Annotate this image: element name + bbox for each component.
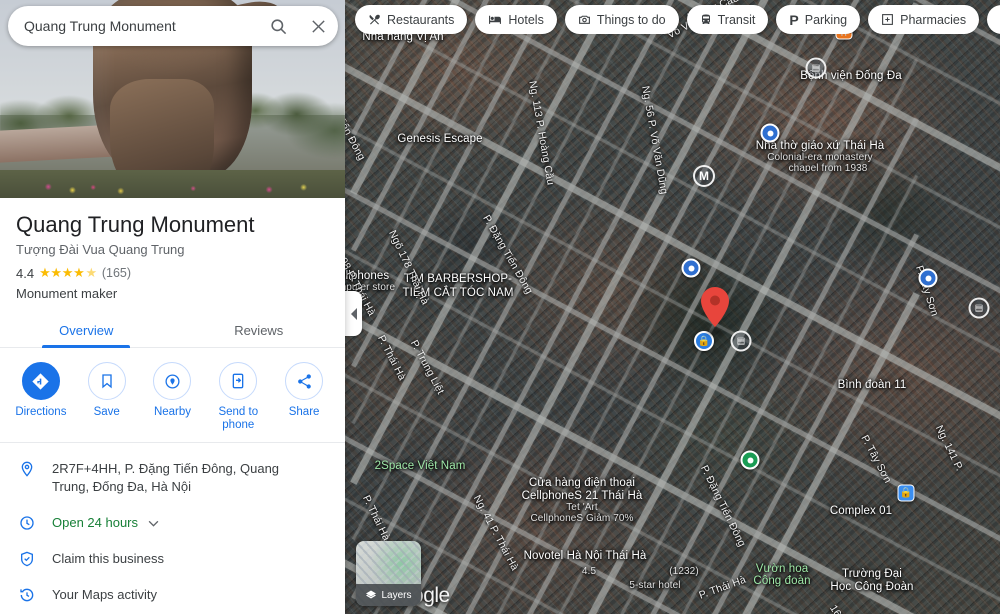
chevron-down-icon[interactable]: [148, 520, 159, 527]
maps-activity-row[interactable]: Your Maps activity: [0, 577, 345, 613]
category-filter-bar[interactable]: Restaurants Hotels Things to do Transit …: [345, 0, 1000, 34]
place-category: Monument maker: [16, 286, 118, 301]
chip-label: Transit: [717, 12, 756, 27]
map-canvas[interactable]: Nhà hàng Vị An Genesis Escape Bệnh viện Đố…: [345, 0, 1000, 614]
place-marker[interactable]: [701, 287, 729, 335]
layers-label: Layers: [381, 589, 412, 601]
chip-label: Things to do: [596, 12, 666, 27]
save-icon-circle: [87, 362, 126, 400]
collapse-panel-button[interactable]: [345, 291, 362, 336]
search-icon: [270, 18, 286, 34]
camera-icon: [578, 15, 590, 24]
page-title: Quang Trung Monument: [16, 212, 255, 237]
share-label: Share: [288, 406, 320, 418]
chip-hotels[interactable]: Hotels: [475, 5, 557, 34]
hotel-icon: [489, 15, 502, 24]
nearby-pin-icon: [165, 373, 180, 389]
clock-icon: [16, 514, 38, 531]
rating-half-star: ★: [85, 265, 98, 280]
chip-label: Hotels: [508, 12, 544, 27]
poi-transit-stop-2[interactable]: ▤: [968, 297, 990, 319]
share-button[interactable]: Share: [274, 362, 334, 432]
rating-value: 4.4: [16, 265, 35, 281]
location-pin-icon: [16, 460, 38, 477]
poi-2space[interactable]: [740, 450, 760, 470]
street-grid: [345, 0, 1000, 614]
nearby-button[interactable]: Nearby: [142, 362, 202, 432]
share-icon: [297, 373, 311, 389]
search-bar[interactable]: Quang Trung Monument: [8, 6, 338, 46]
poi-metro-station[interactable]: M: [693, 165, 715, 187]
chip-restaurants[interactable]: Restaurants: [355, 5, 468, 34]
marker-shadow: [707, 329, 723, 335]
chip-label: Parking: [804, 12, 848, 27]
poi-transit-stop-1[interactable]: ▤: [805, 57, 827, 79]
hours-text: Open 24 hours: [52, 515, 139, 530]
parking-icon: P: [789, 11, 799, 28]
search-input[interactable]: Quang Trung Monument: [8, 18, 258, 34]
nearby-label: Nearby: [153, 406, 192, 418]
review-count[interactable]: (165): [102, 266, 131, 280]
pharmacy-icon: [882, 14, 894, 25]
place-info: Quang Trung Monument Tượng Đài Vua Quang…: [0, 198, 345, 614]
place-details-panel: Quang Trung Monument Quang Trung Monumen…: [0, 0, 345, 614]
tab-overview[interactable]: Overview: [0, 313, 173, 347]
place-local-name: Tượng Đài Vua Quang Trung: [16, 242, 185, 257]
chevron-left-icon: [350, 307, 357, 320]
poi-transit-stop-4[interactable]: ▤: [730, 330, 752, 352]
layers-icon: [366, 590, 377, 599]
chip-transit[interactable]: Transit: [686, 5, 769, 34]
directions-icon: [32, 372, 50, 390]
send-to-phone-icon: [232, 373, 244, 389]
tab-bar[interactable]: Overview Reviews: [0, 313, 345, 348]
address-text: 2R7F+4HH, P. Đặng Tiến Đông, Quang Trung…: [52, 461, 280, 494]
rating-row[interactable]: 4.4 ★★★★ ★ (165): [0, 257, 345, 281]
info-rows: 2R7F+4HH, P. Đặng Tiến Đông, Quang Trung…: [0, 443, 345, 614]
poi-genesis-escape[interactable]: [760, 123, 780, 143]
send-to-phone-label: Send to phone: [218, 406, 259, 431]
send-to-phone-button[interactable]: Send to phone: [208, 362, 268, 432]
nearby-icon-circle: [153, 362, 192, 400]
address-row[interactable]: 2R7F+4HH, P. Đặng Tiến Đông, Quang Trung…: [0, 451, 345, 505]
bookmark-icon: [102, 374, 112, 389]
shield-check-icon: [16, 550, 38, 567]
claim-business-row[interactable]: Claim this business: [0, 541, 345, 577]
history-icon: [16, 586, 38, 603]
search-button[interactable]: [258, 6, 298, 46]
maps-activity-text: Your Maps activity: [52, 587, 158, 602]
chip-pharmacies[interactable]: Pharmacies: [868, 5, 980, 34]
tab-reviews[interactable]: Reviews: [173, 313, 346, 347]
chip-things-to-do[interactable]: Things to do: [564, 5, 679, 34]
layers-bar: Layers: [356, 584, 421, 606]
map-pin-icon: [701, 287, 729, 327]
close-icon: [311, 19, 325, 33]
share-icon-circle: [285, 362, 324, 400]
save-button[interactable]: Save: [77, 362, 137, 432]
transit-icon: [701, 14, 710, 24]
hours-status: Open 24 hours: [52, 514, 159, 532]
claim-business-text: Claim this business: [52, 551, 164, 566]
directions-icon-circle: [21, 362, 60, 400]
poi-cellphones-store[interactable]: 🔒: [897, 484, 915, 502]
chip-label: Pharmacies: [900, 12, 967, 27]
save-label: Save: [93, 406, 120, 418]
action-buttons[interactable]: Directions Save Nearby Send to phone Sha…: [0, 348, 345, 443]
layers-button[interactable]: Layers: [356, 541, 421, 606]
google-maps-app: Nhà hàng Vị An Genesis Escape Bệnh viện Đố…: [0, 0, 1000, 614]
chip-label: Restaurants: [387, 12, 455, 27]
hero-flowers: [0, 170, 345, 198]
restaurant-icon: [369, 14, 380, 25]
chip-atms[interactable]: ATM ATMs: [987, 5, 1000, 34]
chip-parking[interactable]: P Parking: [776, 5, 861, 34]
directions-button[interactable]: Directions: [11, 362, 71, 432]
clear-search-button[interactable]: [298, 6, 338, 46]
directions-label: Directions: [15, 406, 67, 418]
poi-cellphones-left[interactable]: [681, 258, 701, 278]
hours-row[interactable]: Open 24 hours: [0, 505, 345, 541]
rating-stars: ★★★★: [39, 265, 85, 280]
send-to-phone-icon-circle: [219, 362, 258, 400]
poi-barbershop[interactable]: [918, 268, 938, 288]
